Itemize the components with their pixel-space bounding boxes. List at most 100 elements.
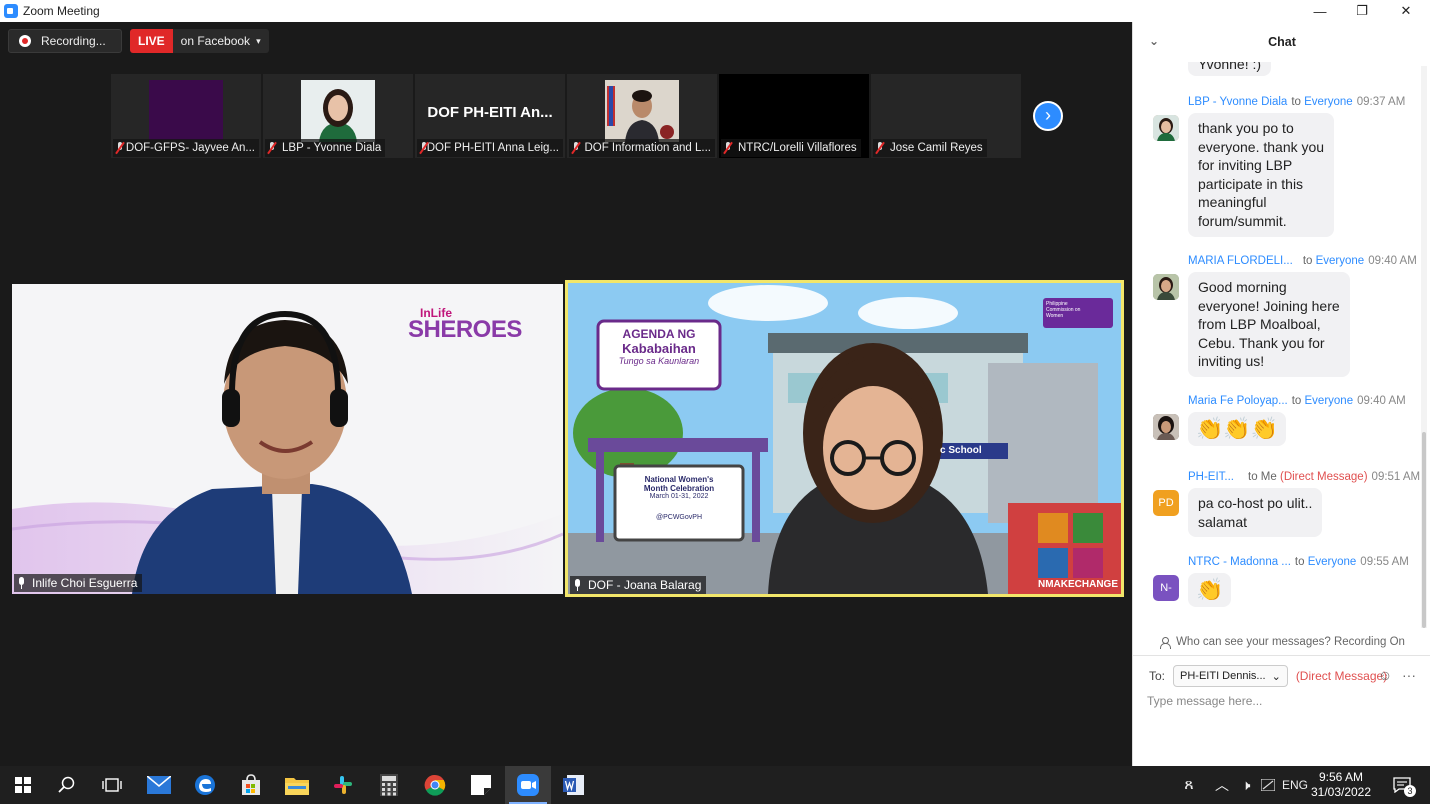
live-badge: LIVE: [130, 29, 173, 53]
participant-thumb[interactable]: Jose Camil Reyes: [871, 74, 1021, 158]
chevron-right-icon: ›: [1045, 104, 1051, 125]
chat-scrollbar[interactable]: [1421, 66, 1427, 628]
people-icon: ጸ: [1184, 776, 1194, 793]
board-line-1: National Women's: [644, 475, 714, 484]
video-tile-active-speaker[interactable]: AGENDA NG Kababaihan Tungo sa Kaunlaran …: [565, 280, 1124, 597]
message-sender[interactable]: NTRC - Madonna ...: [1188, 556, 1291, 568]
restore-button[interactable]: ❐: [1340, 0, 1384, 22]
message-line: from LBP Moalboal,: [1198, 316, 1321, 333]
recipient-select[interactable]: PH-EITI Dennis... ⌄: [1173, 665, 1288, 687]
start-button[interactable]: [0, 766, 46, 804]
message-sender[interactable]: Maria Fe Poloyap...: [1188, 395, 1288, 407]
emoji-icon[interactable]: ☺: [1377, 667, 1393, 683]
tray-people[interactable]: ጸ: [1176, 766, 1202, 804]
taskbar-chrome[interactable]: [412, 766, 458, 804]
video-tile-speaker[interactable]: InLife SHEROES Inlife Choi Esguerra: [12, 284, 563, 594]
participant-name-card: DOF PH-EITI An...: [427, 104, 553, 121]
taskbar-sticky-notes[interactable]: [458, 766, 504, 804]
language-indicator: ENG: [1281, 778, 1308, 792]
hashtag-text: NMAKECHANGE: [1038, 579, 1118, 590]
message-line: salamat: [1198, 513, 1248, 530]
taskbar-slack[interactable]: [320, 766, 366, 804]
message-line: for inviting LBP: [1198, 157, 1293, 174]
taskbar-explorer[interactable]: [274, 766, 320, 804]
participant-thumb[interactable]: LBP - Yvonne Diala: [263, 74, 413, 158]
message-sender[interactable]: PH-EIT...: [1188, 471, 1234, 483]
participant-name: DOF - Joana Balarag: [588, 578, 702, 592]
participant-label: DOF Information and L...: [569, 139, 715, 157]
chat-title: Chat: [1268, 35, 1296, 49]
tray-volume[interactable]: 🕨: [1234, 766, 1258, 804]
message-line: everyone! Joining here: [1198, 297, 1340, 314]
message-time: 09:37 AM: [1356, 96, 1406, 108]
avatar: [1153, 274, 1179, 300]
taskbar-mail[interactable]: [136, 766, 182, 804]
more-options-icon[interactable]: ···: [1401, 667, 1417, 683]
message-input[interactable]: [1147, 692, 1417, 762]
message-target: Everyone: [1307, 556, 1357, 568]
tray-network[interactable]: [1258, 766, 1278, 804]
poster-line-1: AGENDA NG: [622, 327, 696, 341]
task-view-button[interactable]: [89, 766, 135, 804]
visibility-note: Who can see your messages? Recording On: [1176, 636, 1405, 648]
participant-thumb[interactable]: DOF PH-EITI An... DOF PH-EITI Anna Leig.…: [415, 74, 565, 158]
pcw-logo-text: Philippine Commission on Women: [1046, 301, 1081, 319]
next-page-button[interactable]: ›: [1033, 101, 1063, 131]
sticky-notes-icon: [471, 775, 491, 795]
taskbar-word[interactable]: [551, 766, 597, 804]
mic-muted-icon: [723, 142, 733, 154]
avatar-photo-icon: [1153, 274, 1179, 300]
live-stream-indicator[interactable]: LIVE on Facebook ▾: [130, 29, 269, 53]
message-sender[interactable]: MARIA FLORDELI...: [1188, 255, 1293, 267]
chat-message-list[interactable]: Yvonne! :) LBP - Yvonne Diala to Everyone…: [1133, 62, 1421, 632]
recording-indicator[interactable]: Recording...: [8, 29, 122, 53]
message-meta: MARIA FLORDELI... to Everyone 09:40 AM: [1188, 255, 1417, 267]
avatar: PD: [1153, 490, 1179, 516]
message-visibility-link[interactable]: Who can see your messages? Recording On: [1133, 632, 1430, 652]
tray-overflow[interactable]: ︿: [1210, 766, 1234, 804]
windows-taskbar: ጸ ︿ 🕨 ENG 9:56 AM 31/03/2022 3: [0, 766, 1430, 804]
participant-name: DOF Information and L...: [584, 142, 711, 154]
message-to: to: [1302, 255, 1313, 267]
taskbar-zoom[interactable]: [505, 766, 551, 804]
participant-label: Inlife Choi Esguerra: [14, 574, 143, 592]
live-destination[interactable]: on Facebook ▾: [172, 29, 269, 53]
close-button[interactable]: ✕: [1384, 0, 1428, 22]
dropdown-arrow-icon: ▾: [256, 35, 261, 46]
taskbar-clock[interactable]: 9:56 AM 31/03/2022: [1306, 770, 1376, 800]
message-line: forum/summit.: [1198, 212, 1287, 229]
participant-photo-icon: [301, 80, 375, 142]
word-icon: [563, 775, 584, 795]
participant-name: DOF-GFPS- Jayvee An...: [125, 142, 255, 154]
taskbar-store[interactable]: [228, 766, 274, 804]
participant-strip: DOF-GFPS- Jayvee An... LBP - Yvonne Dial…: [111, 74, 1021, 158]
participant-thumb[interactable]: DOF-GFPS- Jayvee An...: [111, 74, 261, 158]
clock-date: 31/03/2022: [1310, 785, 1372, 799]
message-time: 09:55 AM: [1360, 556, 1409, 568]
partial-message-text: Yvonne! :): [1198, 62, 1262, 72]
taskbar-edge[interactable]: [182, 766, 228, 804]
message-line: thank you po to: [1198, 120, 1294, 136]
avatar: [1153, 115, 1179, 141]
search-button[interactable]: [44, 766, 90, 804]
taskbar-calculator[interactable]: [366, 766, 412, 804]
chat-panel: ⌄ Chat Yvonne! :) LBP - Yvonne Diala to E…: [1132, 22, 1430, 766]
minimize-button[interactable]: —: [1298, 0, 1342, 22]
participant-thumb[interactable]: DOF Information and L...: [567, 74, 717, 158]
message-sender[interactable]: LBP - Yvonne Diala: [1188, 96, 1287, 108]
mail-icon: [147, 776, 171, 794]
participant-thumb[interactable]: NTRC/Lorelli Villaflores: [719, 74, 869, 158]
chat-scrollbar-thumb[interactable]: [1422, 432, 1426, 628]
action-center-button[interactable]: 3: [1386, 766, 1418, 804]
board-handle: @PCWGovPH: [656, 514, 702, 521]
recording-label: Recording...: [41, 34, 106, 48]
message-line: Cebu. Thank you for: [1198, 334, 1325, 351]
inlife-logo: InLife SHEROES: [408, 306, 522, 344]
participant-name: Jose Camil Reyes: [890, 142, 983, 154]
message-bubble: 👏👏👏: [1188, 412, 1287, 446]
message-time: 09:51 AM: [1371, 471, 1421, 483]
mic-muted-icon: [267, 142, 277, 154]
chevron-down-icon[interactable]: ⌄: [1149, 34, 1159, 48]
chat-header: ⌄ Chat: [1133, 22, 1430, 62]
participant-video: [149, 80, 223, 140]
